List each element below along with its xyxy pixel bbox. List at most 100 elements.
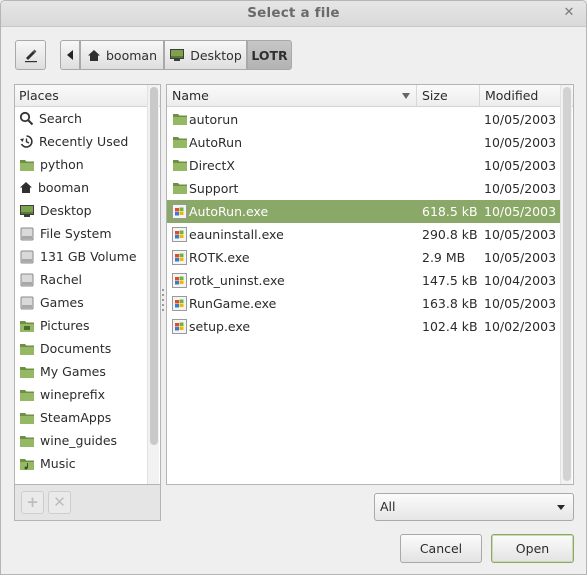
file-list-scrollbar[interactable] [560,85,572,484]
file-modified: 10/05/2003 [484,135,557,150]
sidebar-item-131-gb-volume[interactable]: 131 GB Volume [15,245,160,268]
cancel-button[interactable]: Cancel [400,534,482,563]
column-size-label: Size [422,88,448,103]
column-modified-label: Modified [485,88,539,103]
folder-icon [19,342,35,356]
sidebar-item-label: File System [40,226,112,241]
pencil-icon [23,47,39,63]
column-name[interactable]: Name [167,85,417,107]
sidebar-item-label: Music [40,456,76,471]
file-row[interactable]: setup.exe 102.4 kB 10/02/2003 [167,315,560,338]
drive-icon [19,273,35,287]
file-size: 147.5 kB [422,273,478,288]
file-row[interactable]: autorun 10/05/2003 [167,108,560,131]
crumb-desktop[interactable]: Desktop [164,40,247,70]
file-row[interactable]: Support 10/05/2003 [167,177,560,200]
add-bookmark-button[interactable]: + [21,491,44,514]
sidebar-item-label: Games [40,295,84,310]
desktop-icon [19,204,35,218]
executable-icon [172,273,187,288]
folder-icon [19,411,35,425]
file-size: 618.5 kB [422,204,478,219]
file-row[interactable]: AutoRun.exe 618.5 kB 10/05/2003 [167,200,560,223]
sidebar-item-recently-used[interactable]: Recently Used [15,130,160,153]
file-row[interactable]: ROTK.exe 2.9 MB 10/05/2003 [167,246,560,269]
sidebar-item-label: python [40,157,84,172]
file-name: AutoRun [189,135,242,150]
path-back-button[interactable] [60,40,80,70]
sidebar-item-label: Pictures [40,318,90,333]
column-modified[interactable]: Modified [480,85,560,107]
sidebar-item-label: Search [39,111,82,126]
file-row[interactable]: AutoRun 10/05/2003 [167,131,560,154]
recent-icon [19,134,34,149]
file-modified: 10/05/2003 [484,158,557,173]
sidebar-item-music[interactable]: Music [15,452,160,475]
home-icon [19,181,33,194]
edit-location-button[interactable] [15,40,46,70]
remove-bookmark-button[interactable]: ✕ [48,491,71,514]
sidebar-item-desktop[interactable]: Desktop [15,199,160,222]
folder-icon [19,365,35,379]
crumb-lotr[interactable]: LOTR [247,40,292,70]
open-button[interactable]: Open [491,534,574,563]
executable-icon [172,296,187,311]
sidebar-item-booman[interactable]: booman [15,176,160,199]
file-modified: 10/05/2003 [484,181,557,196]
folder-icon [172,112,187,127]
crumb-label: Desktop [190,47,242,63]
file-type-filter[interactable]: All [374,493,574,521]
file-name: eauninstall.exe [189,227,284,242]
file-modified: 10/05/2003 [484,227,557,242]
filter-selected: All [380,499,396,514]
file-modified: 10/04/2003 [484,273,557,288]
executable-icon [172,319,187,334]
file-size: 163.8 kB [422,296,478,311]
file-row[interactable]: eauninstall.exe 290.8 kB 10/05/2003 [167,223,560,246]
sidebar-item-label: Documents [40,341,112,356]
file-size: 2.9 MB [422,250,466,265]
file-name: ROTK.exe [189,250,250,265]
crumb-home[interactable]: booman [80,40,164,70]
file-row[interactable]: DirectX 10/05/2003 [167,154,560,177]
file-modified: 10/05/2003 [484,250,557,265]
file-modified: 10/05/2003 [484,296,557,311]
column-size[interactable]: Size [417,85,480,107]
sidebar-item-file-system[interactable]: File System [15,222,160,245]
file-modified: 10/05/2003 [484,112,557,127]
sidebar-item-rachel[interactable]: Rachel [15,268,160,291]
sidebar-item-label: wine_guides [40,433,118,448]
executable-icon [172,204,187,219]
sidebar-item-documents[interactable]: Documents [15,337,160,360]
folder-icon [19,388,35,402]
scrollbar-thumb[interactable] [150,87,158,445]
sidebar-item-search[interactable]: Search [15,107,160,130]
dialog-title: Select a file [247,5,340,21]
close-icon[interactable]: ✕ [562,6,576,20]
file-row[interactable]: rotk_uninst.exe 147.5 kB 10/04/2003 [167,269,560,292]
sidebar-item-pictures[interactable]: Pictures [15,314,160,337]
sidebar-item-games[interactable]: Games [15,291,160,314]
title-bar: Select a file ✕ [1,1,586,27]
drive-icon [19,296,35,310]
scrollbar-thumb[interactable] [563,87,571,481]
file-row[interactable]: RunGame.exe 163.8 kB 10/05/2003 [167,292,560,315]
folder-icon [19,158,35,172]
sidebar-item-python[interactable]: python [15,153,160,176]
sort-down-icon [402,93,410,99]
file-name: autorun [189,112,239,127]
pane-resize-handle[interactable] [162,289,165,315]
file-name: RunGame.exe [189,296,277,311]
file-size: 102.4 kB [422,319,478,334]
remove-icon: ✕ [53,493,66,511]
sidebar-item-wine-guides[interactable]: wine_guides [15,429,160,452]
places-header[interactable]: Places [15,85,160,107]
places-scrollbar[interactable] [147,85,159,484]
column-name-label: Name [172,88,209,103]
file-name: AutoRun.exe [189,204,269,219]
sidebar-item-my-games[interactable]: My Games [15,360,160,383]
sidebar-item-steamapps[interactable]: SteamApps [15,406,160,429]
sidebar-item-wineprefix[interactable]: wineprefix [15,383,160,406]
file-list-header: Name Size Modified [167,85,573,107]
file-name: Support [189,181,239,196]
